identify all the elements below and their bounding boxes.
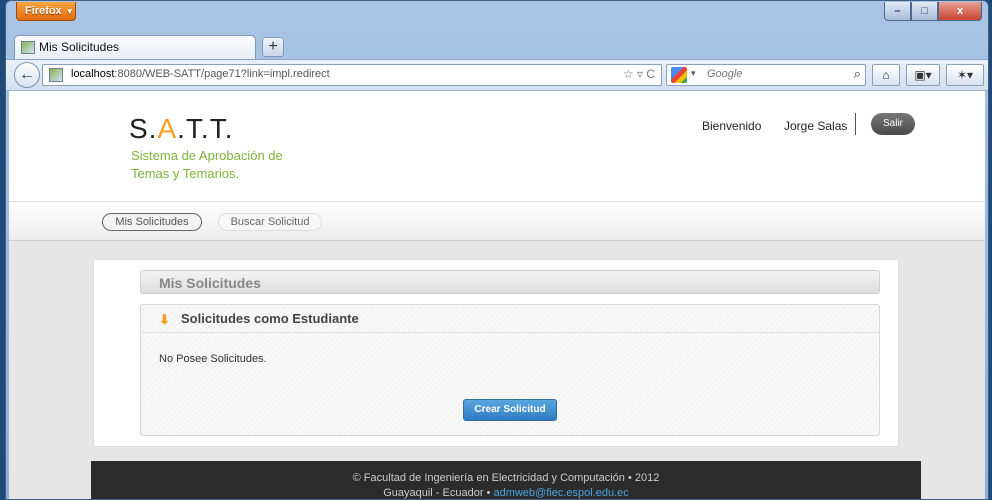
site-identity-icon[interactable] — [49, 68, 63, 82]
nav-mis-solicitudes[interactable]: Mis Solicitudes — [102, 213, 202, 231]
reload-icon[interactable]: C — [646, 67, 655, 81]
navigation-bar: ← localhost:8080/WEB-SATT/page71?link=im… — [6, 59, 988, 91]
arrow-left-icon: ← — [19, 66, 35, 83]
site-tagline: Sistema de Aprobación de Temas y Temario… — [131, 148, 283, 181]
browser-window: Firefox ▼ – □ x Mis Solicitudes + ← local… — [5, 0, 989, 500]
create-request-button[interactable]: Crear Solicitud — [463, 399, 557, 421]
nav-buscar-solicitud[interactable]: Buscar Solicitud — [218, 213, 322, 231]
minimize-button[interactable]: – — [884, 2, 911, 21]
logo-part-tt: .T.T. — [177, 113, 234, 144]
header-divider — [855, 113, 856, 135]
tab-bar: Mis Solicitudes + — [6, 33, 988, 59]
site-header: S.A.T.T. Sistema de Aprobación de Temas … — [9, 91, 985, 201]
back-button[interactable]: ← — [14, 62, 40, 88]
addon-button[interactable]: ✶▾ — [946, 64, 984, 86]
maximize-button[interactable]: □ — [911, 2, 938, 21]
footer-line-2: Guayaquil - Ecuador • admweb@fiec.espol.… — [91, 486, 921, 499]
addon-icon: ✶▾ — [956, 68, 974, 82]
user-name: Jorge Salas — [784, 119, 848, 133]
home-icon: ⌂ — [882, 68, 890, 82]
panel-header[interactable]: ⬇ Solicitudes como Estudiante — [141, 305, 879, 333]
site-footer: © Facultad de Ingeniería en Electricidad… — [91, 461, 921, 499]
sub-navigation: Mis Solicitudes Buscar Solicitud — [9, 201, 985, 241]
footer-location: Guayaquil - Ecuador • — [383, 487, 491, 499]
chevron-down-icon: ▼ — [65, 7, 74, 16]
student-requests-panel: ⬇ Solicitudes como Estudiante No Posee S… — [140, 304, 880, 436]
firefox-menu-button[interactable]: Firefox ▼ — [16, 2, 76, 21]
home-button[interactable]: ⌂ — [872, 64, 900, 86]
page-favicon-icon — [21, 41, 35, 54]
tab-mis-solicitudes[interactable]: Mis Solicitudes — [14, 35, 256, 59]
url-host: localhost — [71, 68, 115, 80]
url-path: :8080/WEB-SATT/page71?link=impl.redirect — [114, 68, 330, 80]
bookmarks-icon: ▣▾ — [914, 68, 932, 82]
content-card: Mis Solicitudes ⬇ Solicitudes como Estud… — [93, 259, 899, 447]
search-placeholder: Google — [707, 68, 743, 80]
address-bar[interactable]: localhost:8080/WEB-SATT/page71?link=impl… — [42, 64, 662, 86]
window-controls: – □ x — [884, 2, 982, 21]
search-icon[interactable]: ⌕ — [854, 66, 861, 82]
logo-part-s: S. — [129, 113, 158, 144]
welcome-text: Bienvenido — [702, 119, 762, 133]
firefox-menu-label: Firefox — [25, 5, 62, 17]
page-viewport: S.A.T.T. Sistema de Aprobación de Temas … — [9, 91, 985, 499]
empty-message: No Posee Solicitudes. — [159, 353, 267, 365]
site-logo[interactable]: S.A.T.T. — [129, 113, 234, 145]
title-bar: Firefox ▼ – □ x — [6, 1, 988, 33]
engine-dropdown-icon[interactable]: ▾ — [691, 68, 696, 79]
page-title: Mis Solicitudes — [140, 270, 880, 294]
bookmark-star-icon[interactable]: ☆ — [623, 67, 634, 81]
logout-button[interactable]: Salir — [871, 113, 915, 135]
search-bar[interactable]: ▾ Google ⌕ — [666, 64, 866, 86]
arrow-down-icon: ⬇ — [159, 312, 170, 327]
url-tools: ☆ ▿ C — [623, 67, 655, 81]
tab-title: Mis Solicitudes — [39, 40, 120, 54]
panel-title: Solicitudes como Estudiante — [181, 311, 359, 326]
google-engine-icon[interactable] — [671, 67, 687, 83]
footer-line-1: © Facultad de Ingeniería en Electricidad… — [352, 472, 660, 484]
history-dropdown-icon[interactable]: ▿ — [637, 67, 643, 81]
logo-part-a: A — [157, 113, 178, 144]
close-button[interactable]: x — [938, 2, 982, 21]
new-tab-button[interactable]: + — [262, 37, 284, 57]
footer-email-link[interactable]: admweb@fiec.espol.edu.ec — [493, 487, 628, 499]
bookmarks-button[interactable]: ▣▾ — [906, 64, 940, 86]
